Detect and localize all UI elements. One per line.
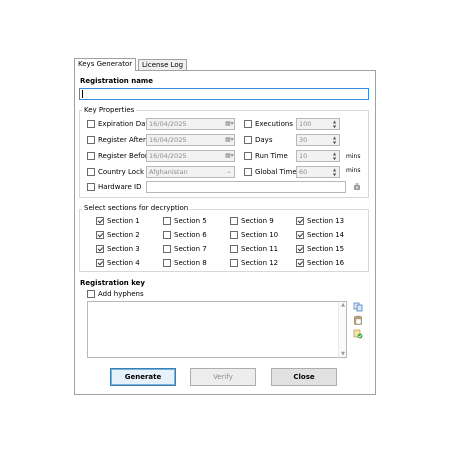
register-before-value: 16/04/2025 (149, 152, 187, 160)
expiration-date-label: Expiration Date (98, 120, 153, 128)
section-13-label: Section 13 (307, 217, 345, 225)
registration-key-label: Registration key (80, 279, 145, 287)
section-3-checkbox[interactable] (96, 245, 104, 253)
registration-name-label: Registration name (80, 77, 153, 85)
add-hyphens-label: Add hyphens (98, 290, 144, 298)
expiration-date-value: 16/04/2025 (149, 120, 187, 128)
section-7-label: Section 7 (174, 245, 207, 253)
register-after-value: 16/04/2025 (149, 136, 187, 144)
hardware-chip-icon[interactable] (352, 182, 362, 192)
tab-keys-generator[interactable]: Keys Generator (74, 58, 137, 71)
paste-icon[interactable] (353, 315, 363, 325)
spinner-icon[interactable]: ▲ ▼ (331, 167, 338, 177)
verify-button[interactable]: Verify (190, 368, 256, 386)
section-10-label: Section 10 (241, 231, 279, 239)
run-time-unit: mins (346, 153, 361, 160)
expiration-date-checkbox[interactable] (87, 120, 95, 128)
section-8-checkbox[interactable] (163, 259, 171, 267)
section-6-checkbox[interactable] (163, 231, 171, 239)
spinner-icon[interactable]: ▲ ▼ (331, 119, 338, 129)
hardware-id-input[interactable] (146, 181, 346, 193)
section-5-checkbox[interactable] (163, 217, 171, 225)
section-14-label: Section 14 (307, 231, 345, 239)
generate-button[interactable]: Generate (110, 368, 176, 386)
run-time-checkbox[interactable] (244, 152, 252, 160)
section-2-checkbox[interactable] (96, 231, 104, 239)
global-time-value: 60 (299, 168, 308, 176)
global-time-unit: mins (346, 167, 361, 174)
register-before-picker[interactable]: 16/04/2025 ▦▾ (146, 150, 235, 162)
section-2-label: Section 2 (107, 231, 140, 239)
expiration-date-picker[interactable]: 16/04/2025 ▦▾ (146, 118, 235, 130)
days-stepper[interactable]: 30 ▲ ▼ (296, 134, 340, 146)
spinner-icon[interactable]: ▲ ▼ (331, 151, 338, 161)
register-after-checkbox[interactable] (87, 136, 95, 144)
run-time-stepper[interactable]: 10 ▲ ▼ (296, 150, 340, 162)
section-3-label: Section 3 (107, 245, 140, 253)
section-4-checkbox[interactable] (96, 259, 104, 267)
sections-label: Select sections for decryption (82, 204, 191, 212)
run-time-value: 10 (299, 152, 308, 160)
executions-checkbox[interactable] (244, 120, 252, 128)
section-11-checkbox[interactable] (230, 245, 238, 253)
section-5-label: Section 5 (174, 217, 207, 225)
run-time-label: Run Time (255, 152, 288, 160)
country-lock-label: Country Lock (98, 168, 144, 176)
section-15-checkbox[interactable] (296, 245, 304, 253)
registration-name-input[interactable] (79, 88, 369, 100)
section-16-label: Section 16 (307, 259, 345, 267)
section-6-label: Section 6 (174, 231, 207, 239)
section-13-checkbox[interactable] (296, 217, 304, 225)
registration-key-textarea[interactable]: ▲ ▼ (87, 301, 347, 358)
scroll-down-icon[interactable]: ▼ (339, 351, 347, 357)
section-15-label: Section 15 (307, 245, 345, 253)
section-10-checkbox[interactable] (230, 231, 238, 239)
global-time-checkbox[interactable] (244, 168, 252, 176)
section-8-label: Section 8 (174, 259, 207, 267)
days-checkbox[interactable] (244, 136, 252, 144)
days-value: 30 (299, 136, 308, 144)
calendar-dropdown-icon[interactable]: ▦▾ (225, 136, 234, 144)
register-after-picker[interactable]: 16/04/2025 ▦▾ (146, 134, 235, 146)
chevron-down-icon[interactable]: ⌄ (225, 168, 233, 176)
text-caret (82, 90, 83, 98)
register-before-label: Register Before (98, 152, 152, 160)
section-12-checkbox[interactable] (230, 259, 238, 267)
section-16-checkbox[interactable] (296, 259, 304, 267)
global-time-label: Global Time (255, 168, 297, 176)
executions-label: Executions (255, 120, 293, 128)
global-time-stepper[interactable]: 60 ▲ ▼ (296, 166, 340, 178)
vertical-scrollbar[interactable]: ▲ ▼ (338, 302, 346, 357)
section-14-checkbox[interactable] (296, 231, 304, 239)
key-properties-label: Key Properties (82, 106, 137, 114)
section-12-label: Section 12 (241, 259, 279, 267)
calendar-dropdown-icon[interactable]: ▦▾ (225, 120, 234, 128)
days-label: Days (255, 136, 273, 144)
register-after-label: Register After (98, 136, 146, 144)
section-1-label: Section 1 (107, 217, 140, 225)
section-4-label: Section 4 (107, 259, 140, 267)
close-button[interactable]: Close (271, 368, 337, 386)
section-9-checkbox[interactable] (230, 217, 238, 225)
hardware-id-checkbox[interactable] (87, 183, 95, 191)
calendar-dropdown-icon[interactable]: ▦▾ (225, 152, 234, 160)
scroll-up-icon[interactable]: ▲ (339, 302, 347, 308)
executions-stepper[interactable]: 100 ▲ ▼ (296, 118, 340, 130)
add-hyphens-checkbox[interactable] (87, 290, 95, 298)
section-7-checkbox[interactable] (163, 245, 171, 253)
save-icon[interactable] (353, 329, 363, 339)
register-before-checkbox[interactable] (87, 152, 95, 160)
section-1-checkbox[interactable] (96, 217, 104, 225)
country-lock-select[interactable]: Afghanistan ⌄ (146, 166, 235, 178)
country-lock-value: Afghanistan (149, 168, 188, 176)
spinner-icon[interactable]: ▲ ▼ (331, 135, 338, 145)
section-11-label: Section 11 (241, 245, 279, 253)
executions-value: 100 (299, 120, 312, 128)
copy-icon[interactable] (353, 302, 363, 312)
section-9-label: Section 9 (241, 217, 274, 225)
country-lock-checkbox[interactable] (87, 168, 95, 176)
hardware-id-label: Hardware ID (98, 183, 142, 191)
